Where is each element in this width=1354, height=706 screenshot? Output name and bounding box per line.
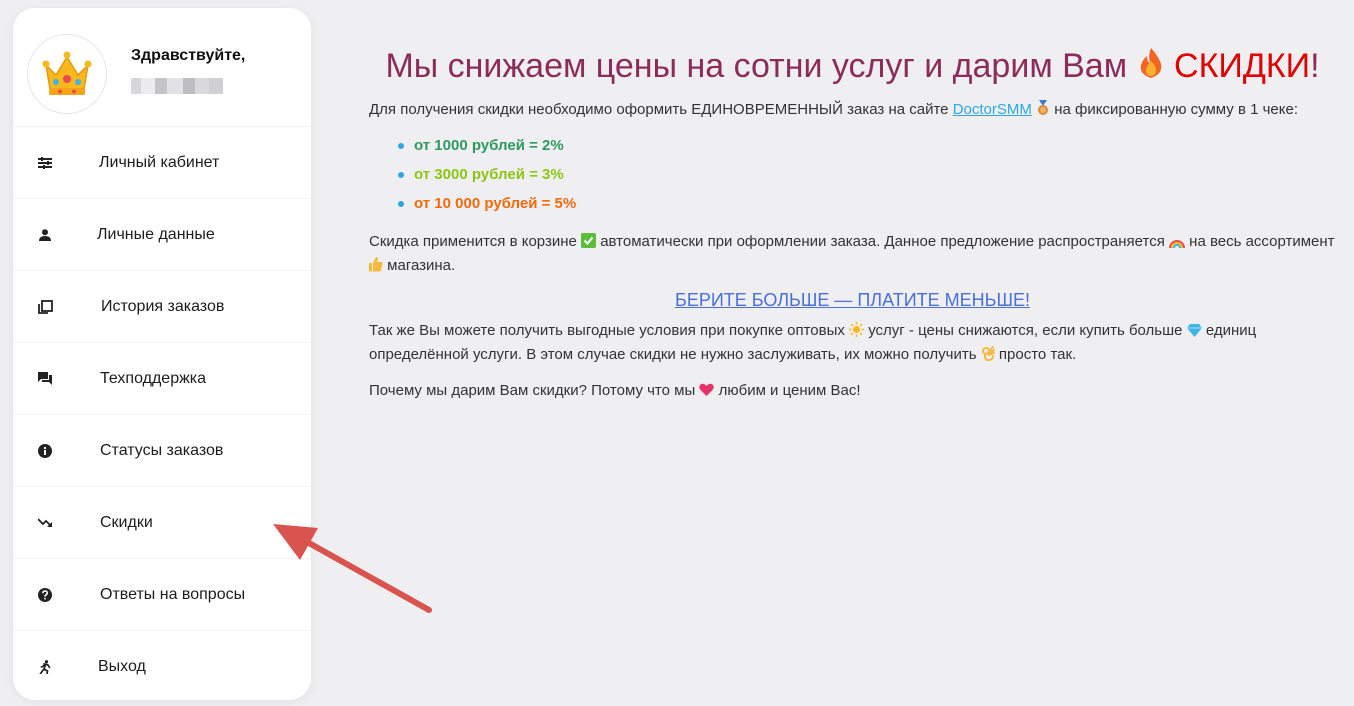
doctorsmm-link[interactable]: DoctorSMM [953,101,1032,118]
sidebar-item-label: История заказов [101,297,225,315]
check-icon [581,233,597,255]
diamond-icon [1186,322,1202,344]
sidebar: Здравствуйте, Личный кабинет Личные данн… [13,8,311,700]
title-exclamation: ! [1310,47,1320,85]
sidebar-item-discounts[interactable]: Скидки [13,487,311,559]
sidebar-item-label: Статусы заказов [100,441,224,459]
sidebar-item-label: Выход [98,657,146,675]
help-icon [37,587,53,603]
title-text: Мы снижаем цены на сотни услуг и дарим В… [385,47,1128,85]
thumbs-up-icon [369,257,383,279]
ok-hand-icon [981,346,995,368]
sidebar-item-dashboard[interactable]: Личный кабинет [13,127,311,199]
sidebar-item-support[interactable]: Техподдержка [13,343,311,415]
text: автоматически при оформлении заказа. Дан… [600,233,1165,250]
intro-text-end: на фиксированную сумму в 1 чеке: [1054,101,1298,118]
text: Скидка применится в корзине [369,233,577,250]
cta-wrapper: БЕРИТЕ БОЛЬШЕ — ПЛАТИТЕ МЕНЬШЕ! [360,290,1345,311]
cart-paragraph: Скидка применится в корзине автоматическ… [369,231,1345,279]
history-icon [37,299,53,315]
rainbow-icon [1169,233,1185,255]
sidebar-item-faq[interactable]: Ответы на вопросы [13,559,311,631]
page-title: Мы снижаем цены на сотни услуг и дарим В… [360,40,1345,94]
blurred-username [131,78,223,94]
crown-icon [37,44,97,104]
wholesale-paragraph: Так же Вы можете получить выгодные услов… [369,320,1345,368]
text: любим и ценим Вас! [718,382,861,399]
sidebar-item-label: Скидки [100,513,153,531]
text: просто так. [998,346,1077,363]
sliders-icon [37,155,53,171]
avatar[interactable] [27,34,107,114]
sidebar-item-order-history[interactable]: История заказов [13,271,311,343]
love-paragraph: Почему мы дарим Вам скидки? Потому что м… [369,380,1345,404]
text: на весь ассортимент [1189,233,1335,250]
main-content: Мы снижаем цены на сотни услуг и дарим В… [360,40,1345,404]
tier-item: от 1000 рублей = 2% [398,131,1345,160]
sidebar-item-label: Личный кабинет [99,153,220,171]
sidebar-item-logout[interactable]: Выход [13,631,311,700]
sidebar-item-label: Ответы на вопросы [100,585,246,603]
person-icon [37,227,53,243]
running-icon [37,659,53,675]
title-highlight: СКИДКИ [1174,47,1311,85]
sidebar-item-label: Техподдержка [100,369,207,387]
text: Так же Вы можете получить выгодные услов… [369,322,845,339]
tier-item: от 10 000 рублей = 5% [398,189,1345,218]
tier-item: от 3000 рублей = 3% [398,160,1345,189]
discount-tiers: от 1000 рублей = 2% от 3000 рублей = 3% … [360,131,1345,218]
text: услуг - цены снижаются, если купить боль… [868,322,1183,339]
text: Почему мы дарим Вам скидки? Потому что м… [369,382,696,399]
sidebar-item-label: Личные данные [97,225,215,243]
sidebar-item-order-status[interactable]: Статусы заказов [13,415,311,487]
profile-header: Здравствуйте, [13,8,311,127]
fire-icon [1137,42,1165,94]
chat-icon [37,371,53,387]
intro-text: Для получения скидки необходимо оформить… [369,101,949,118]
intro-paragraph: Для получения скидки необходимо оформить… [369,99,1345,123]
cta-link[interactable]: БЕРИТЕ БОЛЬШЕ — ПЛАТИТЕ МЕНЬШЕ! [675,290,1030,310]
text: магазина. [387,257,456,274]
greeting: Здравствуйте, [131,47,246,64]
sidebar-item-personal-data[interactable]: Личные данные [13,199,311,271]
trending-down-icon [37,515,53,531]
medal-icon [1036,100,1050,123]
info-icon [37,443,53,459]
heart-icon [699,382,715,404]
sun-icon [849,322,865,344]
